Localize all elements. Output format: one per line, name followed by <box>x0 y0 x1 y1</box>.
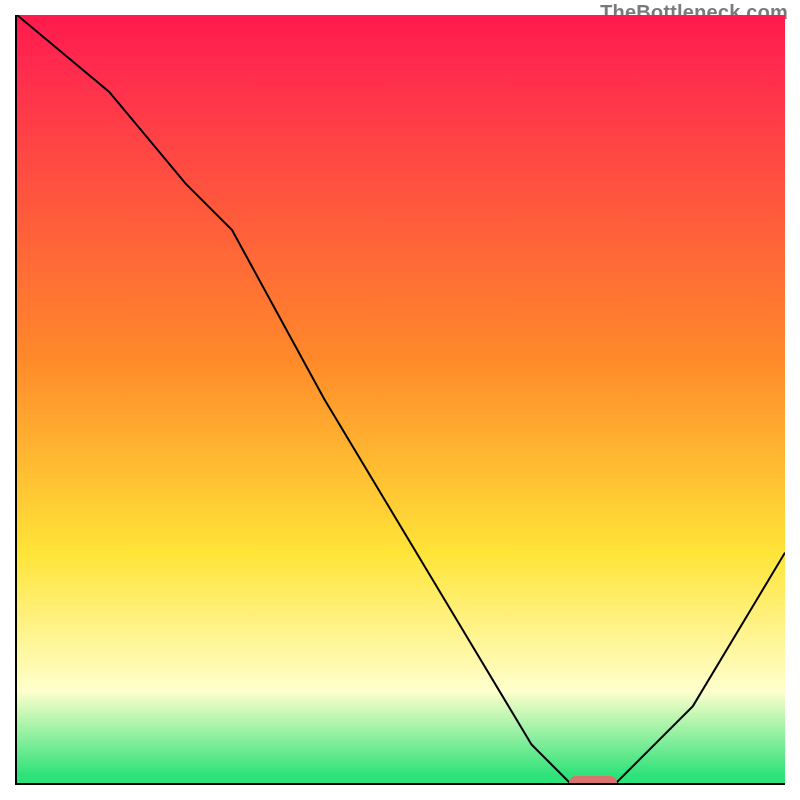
bottleneck-chart: TheBottleneck.com <box>0 0 800 800</box>
plot-area <box>15 15 785 785</box>
bottleneck-curve <box>17 15 785 783</box>
optimum-marker <box>569 776 617 785</box>
